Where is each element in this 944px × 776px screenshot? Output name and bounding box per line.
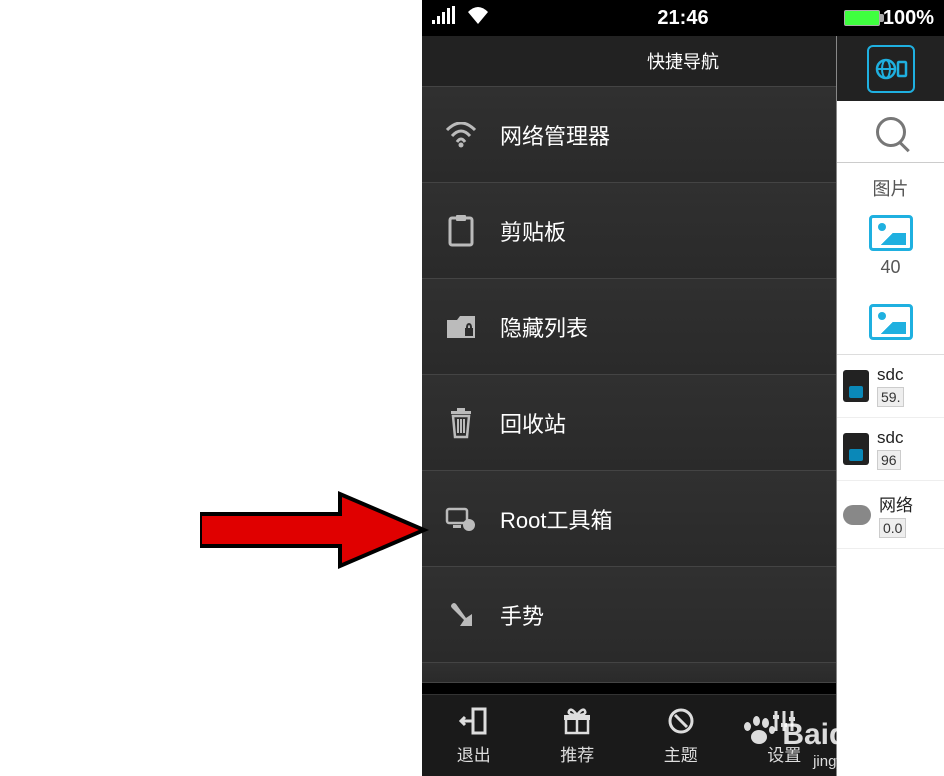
globe-device-icon[interactable] [867,45,915,93]
storage-size: 96 [877,450,901,470]
cloud-icon [843,505,871,525]
bottom-label: 主题 [664,741,698,766]
clock: 21:46 [657,7,708,30]
annotation-arrow [200,490,430,575]
bottom-label: 退出 [457,741,491,766]
storage-name: sdc [877,428,903,448]
sdcard-icon [843,433,869,465]
trash-icon [444,406,478,440]
bottom-exit[interactable]: 退出 [422,695,526,776]
status-bar: 21:46 100% [422,0,944,36]
storage-list: sdc 59. sdc 96 网络 0.0 [837,355,944,549]
picture-icon [869,215,913,251]
exit-icon [459,706,489,736]
gesture-icon [444,598,478,632]
storage-size: 59. [877,387,904,407]
bottom-label: 设置 [767,741,801,766]
menu-label: 回收站 [500,407,840,439]
signal-icon [432,6,458,30]
battery-indicator: 100% [844,7,934,30]
folder-lock-icon [444,310,478,344]
wifi-icon [444,118,478,152]
storage-size: 0.0 [879,518,906,538]
sdcard-icon [843,370,869,402]
menu-label: 手势 [500,599,840,631]
wifi-status-icon [466,6,490,30]
gift-icon [563,706,591,736]
bottom-bar: 退出 推荐 主题 设置 [422,694,836,776]
storage-name: sdc [877,365,904,385]
background-app-strip: 图片 40 sdc 59. sdc 96 网络 0.0 [836,36,944,776]
storage-name: 网络 [879,491,913,516]
battery-icon [844,10,880,26]
bottom-settings[interactable]: 设置 [733,695,837,776]
bg-search-row[interactable] [837,101,944,163]
storage-row-sd2[interactable]: sdc 96 [837,418,944,481]
menu-label: Root工具箱 [500,503,840,535]
storage-row-sd1[interactable]: sdc 59. [837,355,944,418]
section-title: 图片 [837,171,944,209]
bottom-label: 推荐 [560,741,594,766]
search-icon [876,117,906,147]
clipboard-icon [444,214,478,248]
root-icon [444,502,478,536]
picture-web-icon [869,304,913,340]
picture-count: 40 [837,257,944,278]
bottom-recommend[interactable]: 推荐 [526,695,630,776]
storage-row-cloud[interactable]: 网络 0.0 [837,481,944,549]
settings-icon [770,706,798,736]
bg-top-bar [837,36,944,101]
theme-icon [667,706,695,736]
bg-pictures-section[interactable]: 图片 40 [837,163,944,355]
bottom-theme[interactable]: 主题 [629,695,733,776]
